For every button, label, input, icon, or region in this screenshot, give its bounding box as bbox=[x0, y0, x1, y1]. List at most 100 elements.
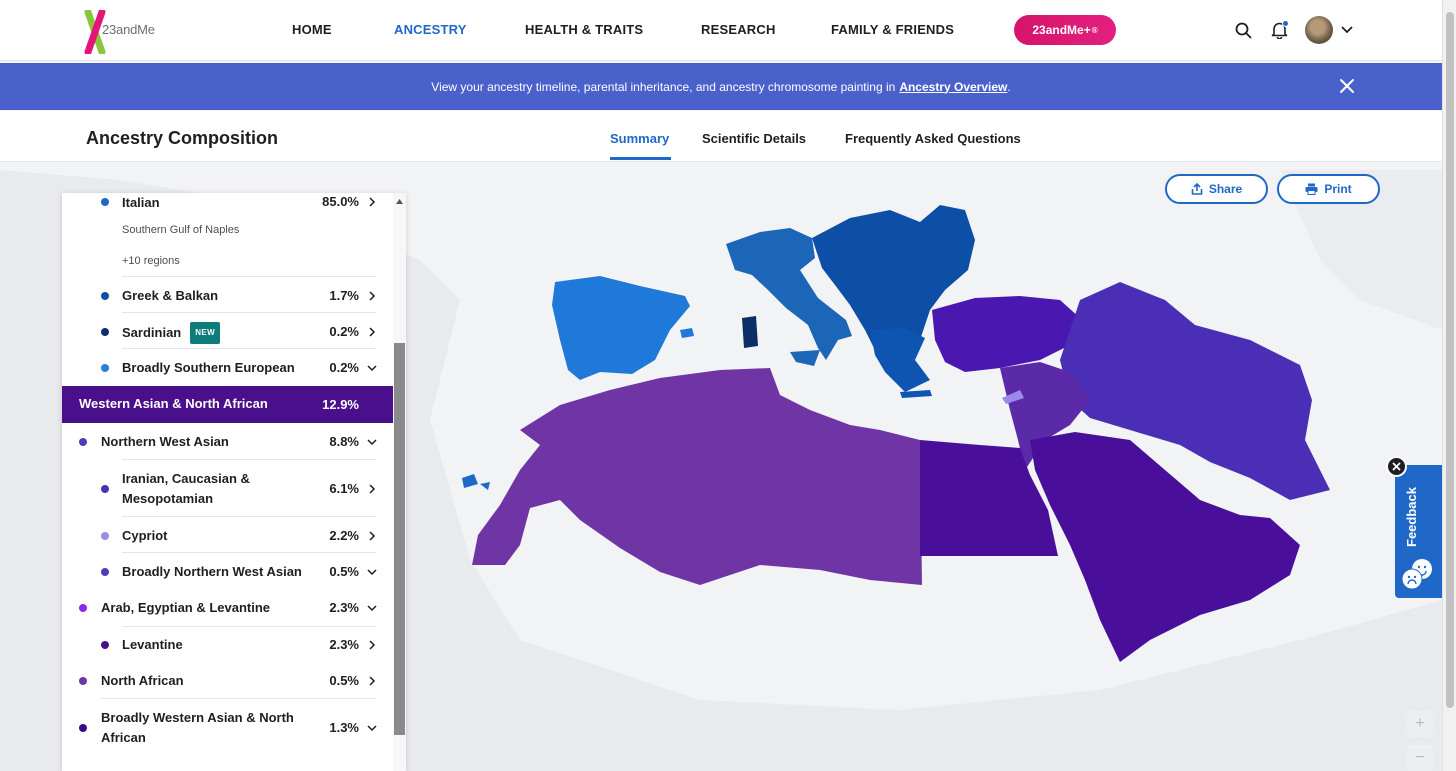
notifications-button[interactable] bbox=[1271, 20, 1289, 40]
feedback-tab[interactable]: Feedback bbox=[1395, 465, 1442, 598]
divider bbox=[122, 312, 376, 313]
row-percent: 1.7% bbox=[329, 288, 359, 303]
more-regions-link[interactable]: +10 regions bbox=[122, 255, 180, 267]
row-name: Levantine bbox=[122, 637, 183, 652]
ancestry-row-levantine[interactable]: Levantine 2.3% bbox=[62, 635, 393, 655]
map-region-greece bbox=[870, 328, 930, 392]
chevron-down-icon bbox=[367, 365, 377, 372]
row-name: Greek & Balkan bbox=[122, 288, 219, 303]
ancestry-row-northern-west-asian[interactable]: Northern West Asian 8.8% bbox=[62, 432, 393, 452]
row-name: Broadly Southern European bbox=[122, 360, 295, 375]
color-dot bbox=[79, 724, 87, 732]
print-button[interactable]: Print bbox=[1277, 174, 1380, 204]
scroll-up-arrow-icon[interactable] bbox=[396, 199, 403, 204]
tab-faq[interactable]: Frequently Asked Questions bbox=[845, 131, 1021, 146]
plus-button-label: 23andMe+ bbox=[1032, 23, 1091, 37]
ancestry-row-north-african[interactable]: North African 0.5% bbox=[62, 671, 393, 691]
tab-scientific-details[interactable]: Scientific Details bbox=[702, 131, 806, 146]
ancestry-row-broadly-western-asian-north-african[interactable]: Broadly Western Asian & North African 1.… bbox=[62, 708, 393, 748]
share-icon bbox=[1191, 183, 1203, 195]
top-region-text: Southern Gulf of Naples bbox=[122, 224, 240, 236]
map-region-turkey bbox=[932, 296, 1080, 372]
panel-scrollbar[interactable] bbox=[393, 193, 406, 771]
close-icon[interactable] bbox=[1338, 77, 1356, 95]
row-name: Western Asian & North African bbox=[79, 396, 268, 411]
plus-button-registered-mark: ® bbox=[1091, 25, 1098, 35]
chevron-right-icon bbox=[369, 640, 376, 650]
banner-text: View your ancestry timeline, parental in… bbox=[431, 79, 896, 94]
ancestry-row-broadly-southern-european[interactable]: Broadly Southern European 0.2% bbox=[62, 358, 393, 378]
map-region-canary bbox=[462, 474, 490, 490]
divider bbox=[122, 276, 376, 277]
chevron-down-icon[interactable] bbox=[1341, 26, 1353, 34]
tab-summary[interactable]: Summary bbox=[610, 131, 669, 146]
row-name-text: Sardinian bbox=[122, 325, 182, 340]
divider bbox=[122, 626, 376, 627]
active-tab-indicator bbox=[610, 157, 671, 160]
nav-health-traits[interactable]: HEALTH & TRAITS bbox=[525, 22, 643, 37]
row-percent: 1.3% bbox=[329, 720, 359, 735]
chevron-right-icon bbox=[369, 531, 376, 541]
divider bbox=[122, 459, 376, 460]
sub-header: Ancestry Composition Summary Scientific … bbox=[0, 111, 1442, 162]
print-label: Print bbox=[1324, 182, 1352, 196]
ancestry-row-italian[interactable]: Italian 85.0% bbox=[62, 193, 393, 213]
row-percent: 0.2% bbox=[329, 324, 359, 339]
nav-ancestry[interactable]: ANCESTRY bbox=[394, 22, 467, 37]
ancestry-row-iranian-caucasian-mesopotamian[interactable]: Iranian, Caucasian & Mesopotamian 6.1% bbox=[62, 469, 393, 509]
row-percent: 0.5% bbox=[329, 673, 359, 688]
ancestry-row-greek-balkan[interactable]: Greek & Balkan 1.7% bbox=[62, 286, 393, 306]
chevron-down-icon bbox=[367, 725, 377, 732]
ancestry-row-sardinian[interactable]: Sardinian NEW 0.2% bbox=[62, 322, 393, 344]
map-region-balearic bbox=[680, 328, 694, 338]
zoom-out-button[interactable]: − bbox=[1407, 745, 1433, 771]
map-region-sardinia bbox=[742, 316, 758, 348]
feedback-close-button[interactable] bbox=[1386, 456, 1407, 477]
23andme-plus-button[interactable]: 23andMe+ ® bbox=[1014, 15, 1116, 45]
map-region-north-africa bbox=[472, 368, 922, 585]
banner-suffix: . bbox=[1007, 79, 1011, 94]
row-percent: 0.5% bbox=[329, 564, 359, 579]
page-scrollbar[interactable] bbox=[1442, 0, 1456, 771]
divider bbox=[122, 516, 376, 517]
row-name: Broadly Northern West Asian bbox=[122, 564, 302, 579]
row-name: Northern West Asian bbox=[101, 434, 229, 449]
divider bbox=[122, 348, 376, 349]
row-percent: 6.1% bbox=[329, 481, 359, 496]
avatar[interactable] bbox=[1305, 16, 1333, 44]
feedback-faces-icon bbox=[1401, 559, 1432, 590]
share-button[interactable]: Share bbox=[1165, 174, 1268, 204]
close-icon bbox=[1392, 462, 1401, 471]
share-label: Share bbox=[1208, 182, 1243, 196]
ancestry-row-broadly-northern-west-asian[interactable]: Broadly Northern West Asian 0.5% bbox=[62, 562, 393, 582]
ancestry-row-western-asian-north-african[interactable]: Western Asian & North African 12.9% bbox=[62, 386, 393, 423]
map-region-iberia bbox=[552, 276, 690, 380]
color-dot bbox=[101, 532, 109, 540]
ancestry-row-arab-egyptian-levantine[interactable]: Arab, Egyptian & Levantine 2.3% bbox=[62, 598, 393, 618]
printer-icon bbox=[1305, 183, 1318, 195]
row-name: Sardinian NEW bbox=[122, 322, 221, 344]
color-dot bbox=[79, 604, 87, 612]
row-name-line-1: Iranian, Caucasian & bbox=[122, 471, 250, 486]
chevron-right-icon bbox=[369, 484, 376, 494]
row-name: North African bbox=[101, 673, 184, 688]
ancestry-overview-link[interactable]: Ancestry Overview bbox=[899, 80, 1007, 94]
panel-scroll-thumb[interactable] bbox=[394, 343, 405, 735]
chevron-right-icon bbox=[369, 676, 376, 686]
zoom-in-button[interactable]: + bbox=[1407, 711, 1433, 737]
ancestry-row-cypriot[interactable]: Cypriot 2.2% bbox=[62, 526, 393, 546]
nav-home[interactable]: HOME bbox=[292, 22, 332, 37]
chevron-right-icon bbox=[369, 327, 376, 337]
color-dot bbox=[101, 328, 109, 336]
color-dot bbox=[101, 198, 109, 206]
search-icon[interactable] bbox=[1235, 22, 1252, 39]
color-dot bbox=[101, 364, 109, 372]
info-banner: View your ancestry timeline, parental in… bbox=[0, 63, 1442, 110]
page-scroll-thumb[interactable] bbox=[1446, 12, 1454, 708]
new-badge: NEW bbox=[190, 322, 221, 344]
color-dot bbox=[101, 292, 109, 300]
nav-family-friends[interactable]: FAMILY & FRIENDS bbox=[831, 22, 954, 37]
divider bbox=[101, 698, 376, 699]
logo-text: 23andMe bbox=[102, 22, 155, 37]
nav-research[interactable]: RESEARCH bbox=[701, 22, 776, 37]
